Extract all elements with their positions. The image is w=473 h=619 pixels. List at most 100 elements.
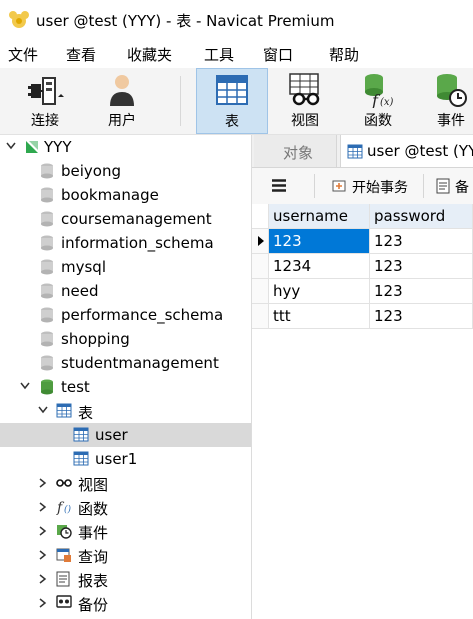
table-label: 表 xyxy=(225,114,239,130)
chevron-right-icon[interactable] xyxy=(39,478,47,488)
table-row[interactable]: ttt 123 xyxy=(252,304,473,329)
tree-db-label: studentmanagement xyxy=(61,354,219,372)
tree-group-reports[interactable]: 报表 xyxy=(0,567,251,591)
menu-help[interactable]: 帮助 xyxy=(329,44,359,65)
tab-user-table[interactable]: user @test (YY xyxy=(340,135,473,167)
grid-corner xyxy=(252,204,269,229)
database-icon xyxy=(41,283,53,299)
tree-table-user1[interactable]: user1 xyxy=(0,447,251,471)
tree-group-label: 报表 xyxy=(78,572,109,590)
chevron-down-icon[interactable] xyxy=(38,406,48,414)
window-title: user @test (YYY) - 表 - Navicat Premium xyxy=(36,12,335,30)
tree-group-label: 备份 xyxy=(78,596,109,614)
grid-cell[interactable]: hyy xyxy=(269,279,370,304)
begin-transaction-button[interactable]: 开始事务 xyxy=(352,177,408,197)
tree-group-label: 事件 xyxy=(78,524,109,542)
database-icon xyxy=(41,187,53,203)
tree-db-studentmanagement[interactable]: studentmanagement xyxy=(0,351,251,375)
query-icon xyxy=(56,548,71,562)
tree-connection-yyy[interactable]: YYY xyxy=(0,135,251,159)
tree-db-label: need xyxy=(61,282,99,300)
event-clock-icon xyxy=(57,525,72,539)
tree-db-shopping[interactable]: shopping xyxy=(0,327,251,351)
tree-group-label: 查询 xyxy=(78,548,109,566)
tree-connection-label: YYY xyxy=(44,138,72,156)
tree-db-information-schema[interactable]: information_schema xyxy=(0,231,251,255)
menu-window[interactable]: 窗口 xyxy=(263,44,293,65)
tree-db-beiyong[interactable]: beiyong xyxy=(0,159,251,183)
table-button[interactable]: 表 xyxy=(196,68,268,134)
event-button[interactable]: 事件 xyxy=(418,68,473,134)
connection-icon xyxy=(26,141,38,153)
menu-favorites[interactable]: 收藏夹 xyxy=(127,44,172,65)
report-icon xyxy=(56,571,70,587)
grid-cell[interactable]: 1234 xyxy=(269,254,370,279)
table-row[interactable]: 1234 123 xyxy=(252,254,473,279)
database-icon xyxy=(41,235,53,251)
hamburger-menu-icon[interactable] xyxy=(272,179,286,192)
database-icon xyxy=(41,163,53,179)
grid-cell[interactable]: 123 xyxy=(370,304,473,329)
chevron-down-icon[interactable] xyxy=(6,142,16,150)
chevron-right-icon[interactable] xyxy=(39,550,47,560)
table-icon xyxy=(216,75,248,105)
chevron-right-icon[interactable] xyxy=(39,574,47,584)
database-icon xyxy=(41,331,53,347)
menu-bar: 文件 查看 收藏夹 工具 窗口 帮助 xyxy=(0,38,473,68)
grid-cell[interactable]: 123 xyxy=(370,229,473,254)
chevron-right-icon[interactable] xyxy=(39,502,47,512)
tab-objects[interactable]: 对象 xyxy=(254,135,337,167)
grid-cell[interactable]: 123 xyxy=(269,229,370,254)
memo-button[interactable]: 备 xyxy=(455,177,469,197)
tree-db-performance-schema[interactable]: performance_schema xyxy=(0,303,251,327)
tree-group-backups[interactable]: 备份 xyxy=(0,591,251,615)
table-row[interactable]: hyy 123 xyxy=(252,279,473,304)
connect-button[interactable]: 连接 xyxy=(10,68,80,134)
menu-file[interactable]: 文件 xyxy=(8,44,38,65)
database-icon xyxy=(41,355,53,371)
grid-cell[interactable]: 123 xyxy=(370,279,473,304)
memo-icon xyxy=(436,178,450,194)
tree-db-test[interactable]: test xyxy=(0,375,251,399)
grid-cell[interactable]: ttt xyxy=(269,304,370,329)
title-bar: user @test (YYY) - 表 - Navicat Premium xyxy=(0,0,473,38)
connect-label: 连接 xyxy=(31,113,59,129)
row-indicator[interactable] xyxy=(252,229,269,254)
view-glasses-icon xyxy=(56,479,72,487)
grid-cell[interactable]: 123 xyxy=(370,254,473,279)
user-button[interactable]: 用户 xyxy=(90,68,154,134)
row-indicator[interactable] xyxy=(252,304,269,329)
grid-header-row: username password xyxy=(252,204,473,229)
row-indicator[interactable] xyxy=(252,279,269,304)
tree-group-tables[interactable]: 表 xyxy=(0,399,251,423)
tree-db-label: test xyxy=(61,378,90,396)
tree-db-bookmanage[interactable]: bookmanage xyxy=(0,183,251,207)
menu-view[interactable]: 查看 xyxy=(66,44,96,65)
database-open-icon xyxy=(41,379,53,395)
tree-table-label: user1 xyxy=(95,450,138,468)
table-row[interactable]: 123 123 xyxy=(252,229,473,254)
table-icon xyxy=(73,451,89,466)
row-indicator[interactable] xyxy=(252,254,269,279)
grid-column-header-password[interactable]: password xyxy=(370,204,473,229)
chevron-right-icon[interactable] xyxy=(39,526,47,536)
tree-db-mysql[interactable]: mysql xyxy=(0,255,251,279)
tree-group-events[interactable]: 事件 xyxy=(0,519,251,543)
tree-db-coursemanagement[interactable]: coursemanagement xyxy=(0,207,251,231)
tree-db-label: bookmanage xyxy=(61,186,159,204)
tree-group-label: 函数 xyxy=(78,500,109,518)
backup-tape-icon xyxy=(56,595,72,608)
chevron-right-icon[interactable] xyxy=(39,598,47,608)
grid-column-header-username[interactable]: username xyxy=(269,204,370,229)
plug-icon xyxy=(28,77,64,105)
menu-tools[interactable]: 工具 xyxy=(204,44,234,65)
tree-group-functions[interactable]: f() 函数 xyxy=(0,495,251,519)
tree-group-views[interactable]: 视图 xyxy=(0,471,251,495)
svg-text:(): () xyxy=(64,504,72,515)
tree-table-user[interactable]: user xyxy=(0,423,251,447)
function-button[interactable]: f (x) 函数 xyxy=(344,68,412,134)
tree-db-need[interactable]: need xyxy=(0,279,251,303)
view-button[interactable]: 视图 xyxy=(272,68,338,134)
tree-group-queries[interactable]: 查询 xyxy=(0,543,251,567)
chevron-down-icon[interactable] xyxy=(20,382,30,390)
